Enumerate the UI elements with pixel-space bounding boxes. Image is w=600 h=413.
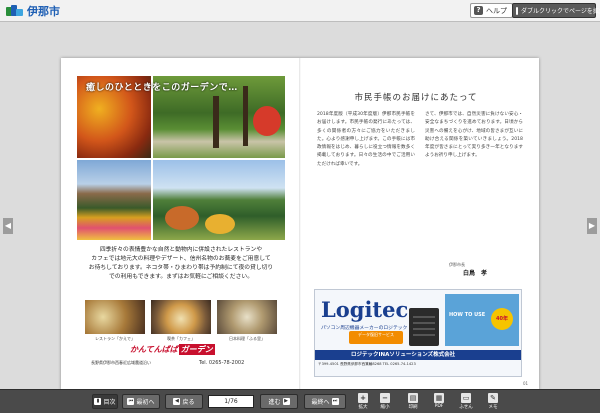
ad-body-line: での利用もできます。まずはお気軽にご相談ください。 — [109, 274, 253, 280]
first-page-icon: ⏮ — [127, 398, 135, 405]
shop-name-right: ガーデン — [178, 344, 215, 355]
shop-logo: かんてんぱぱ ガーデン — [129, 344, 235, 356]
logitec-footer: 〒399-4501 長野県伊那市西箕輪8268 TEL 0265-74-1423 — [318, 362, 416, 366]
logitec-badge: 40年 — [491, 308, 513, 330]
zoom-out-button[interactable]: − 縮小 — [374, 392, 396, 412]
restaurant-food-photo — [85, 300, 145, 334]
food-caption: レストラン「かえで」 — [95, 336, 135, 341]
garden-photo-grid: 癒しのひとときをこのガーデンで… — [77, 76, 285, 240]
logitec-banner-text: HOW TO USE — [449, 312, 486, 318]
help-button[interactable]: ? ヘルプ — [470, 3, 513, 18]
book-spread[interactable]: 癒しのひとときをこのガーデンで… 四季折々の表情豊かな自然と動物内に併設されたレ… — [61, 58, 539, 390]
shop-name-left: かんてんぱぱ — [130, 345, 178, 354]
logitec-logo: Logitec — [321, 297, 409, 322]
toc-button[interactable]: ▮ 目次 — [92, 394, 118, 409]
logitec-company-bar: ロジテックINAソリューションズ株式会社 — [315, 350, 521, 360]
pdf-button[interactable]: ▦ PDF — [428, 392, 450, 412]
site-logo[interactable]: 伊那市 — [6, 3, 60, 19]
pdf-icon: ▦ — [434, 393, 444, 403]
zoom-in-label: 拡大 — [358, 405, 368, 410]
sticky-note-button[interactable]: ▭ ふせん — [455, 392, 477, 412]
nas-device-image — [409, 308, 439, 346]
ina-logo-icon — [6, 4, 24, 18]
zoom-hint-button[interactable]: ダブルクリックでページを拡大 — [512, 3, 600, 18]
prev-label: 戻る — [182, 399, 195, 406]
ad-body-line: お待ちしております。ネコタ帯・ひまわり帯は予約制にて夜の貸し切り — [88, 265, 274, 271]
help-icon: ? — [474, 6, 483, 15]
sticky-note-label: ふせん — [459, 405, 473, 410]
viewer-stage: ◀ ▶ 癒しのひとときをこのガーデンで… 四季折々の表情豊かな自然と動物内に併設… — [0, 22, 600, 390]
first-page-button[interactable]: ⏮ 最初へ — [122, 394, 160, 409]
page-indicator[interactable]: 1/76 — [208, 395, 254, 408]
shop-tel: Tel. 0265-78-2002 — [199, 360, 245, 366]
top-toolbar: 伊那市 ? ヘルプ ダブルクリックでページを拡大 — [0, 0, 600, 22]
garden-advertisement: 癒しのひとときをこのガーデンで… 四季折々の表情豊かな自然と動物内に併設されたレ… — [77, 76, 285, 376]
cafe-food-photo — [151, 300, 211, 334]
last-page-button[interactable]: 最終へ ⏭ — [304, 394, 346, 409]
bottom-toolbar: ▮ 目次 ⏮ 最初へ ◀ 戻る 1/76 進む ▶ 最終へ ⏭ + 拡大 − 縮… — [0, 389, 600, 413]
ad-headline: 癒しのひとときをこのガーデンで… — [86, 83, 238, 93]
prev-page-arrow[interactable]: ◀ — [3, 218, 13, 234]
zoom-in-icon: + — [358, 393, 368, 403]
mountain-garden-photo — [153, 160, 285, 240]
signature-name: 白鳥 孝 — [463, 270, 488, 277]
memo-label: メモ — [488, 405, 498, 410]
logitec-subtitle: パソコン周辺機器メーカーのロジテック — [321, 326, 408, 331]
next-label: 進む — [268, 399, 281, 406]
food-caption: 日本料理「ふる里」 — [229, 336, 265, 341]
logo-text: 伊那市 — [27, 5, 60, 18]
logitec-advertisement: Logitec パソコン周辺機器メーカーのロジテック HOW TO USE 40… — [314, 289, 522, 377]
greeting-column-1: 2018年度版（平成30年度版）伊那市民手帳をお届けします。市民手帳の発行にあた… — [317, 112, 415, 167]
ad-body-line: 四季折々の表情豊かな自然と動物内に併設されたレストランや — [99, 247, 263, 253]
zoom-hint-label: ダブルクリックでページを拡大 — [521, 8, 600, 15]
print-button[interactable]: ▤ 印刷 — [402, 392, 424, 412]
book-spine — [299, 58, 301, 390]
flower-field-photo — [77, 160, 151, 240]
sticky-note-icon: ▭ — [461, 393, 471, 403]
pencil-icon: ✎ — [488, 393, 498, 403]
data-recovery-pill: データ復旧サービス — [349, 331, 403, 344]
monitor-icon — [516, 6, 518, 15]
greeting-column-2: さて、伊那市では、自然災害に負けない安心・安全なまちづくりを進めております。日頃… — [425, 112, 523, 159]
next-button[interactable]: 進む ▶ — [260, 394, 298, 409]
pdf-label: PDF — [434, 404, 444, 409]
ad-body-line: カフェでは地元大の料理やデザート、信州名物のお蕎麦をご用意して — [91, 256, 271, 262]
logitec-banner: HOW TO USE 40年 — [445, 294, 519, 346]
help-label: ヘルプ — [486, 6, 507, 15]
first-page-label: 最初へ — [136, 399, 155, 406]
last-page-icon: ⏭ — [331, 398, 339, 405]
ad-description: 四季折々の表情豊かな自然と動物内に併設されたレストランや カフェでは地元大の料理… — [81, 246, 281, 282]
page-number: 01 — [523, 381, 529, 386]
printer-icon: ▤ — [408, 393, 418, 403]
prev-icon: ◀ — [173, 398, 181, 405]
next-page-arrow[interactable]: ▶ — [587, 218, 597, 234]
shop-address: 長野県伊那市西春近広域農道沿い — [91, 360, 151, 365]
food-caption: 喫茶「カフェ」 — [167, 336, 195, 341]
print-label: 印刷 — [408, 405, 418, 410]
last-page-label: 最終へ — [311, 399, 330, 406]
zoom-out-icon: − — [380, 393, 390, 403]
zoom-out-label: 縮小 — [380, 405, 390, 410]
zoom-in-button[interactable]: + 拡大 — [352, 392, 374, 412]
toc-icon: ▮ — [94, 398, 102, 405]
prev-button[interactable]: ◀ 戻る — [165, 394, 203, 409]
page-title: 市民手帳のお届けにあたって — [354, 93, 478, 103]
japanese-food-photo — [217, 300, 277, 334]
toc-label: 目次 — [103, 399, 116, 406]
memo-button[interactable]: ✎ メモ — [482, 392, 504, 412]
next-icon: ▶ — [282, 398, 290, 405]
